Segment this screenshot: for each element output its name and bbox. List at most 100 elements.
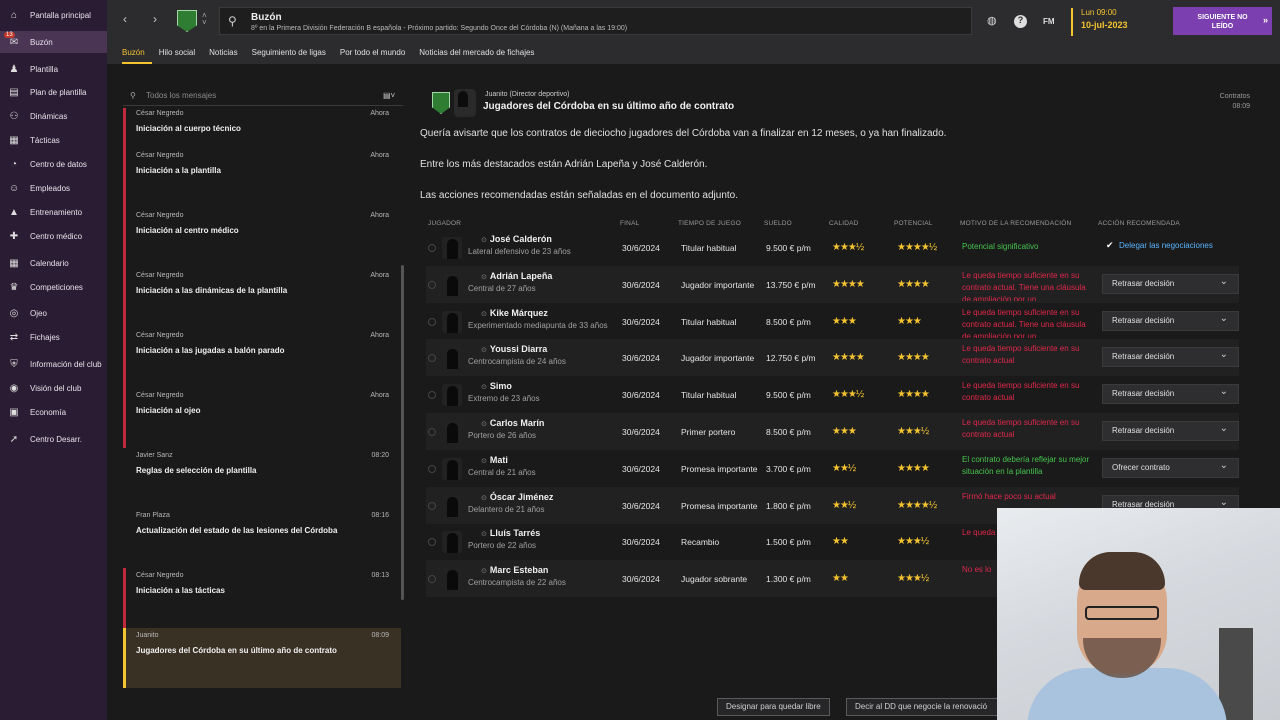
sidebar-item-4[interactable]: ⚇ Dinámicas bbox=[0, 105, 107, 127]
player-name[interactable]: Lluís Tarrés bbox=[481, 528, 540, 538]
table-row[interactable]: Simo Extremo de 23 años 30/6/2024 Titular h… bbox=[426, 376, 1239, 413]
table-row[interactable]: Carlos Marín Portero de 26 años 30/6/2024 P… bbox=[426, 413, 1239, 450]
player-name[interactable]: Carlos Marín bbox=[481, 418, 545, 428]
webcam-person-hair bbox=[1079, 552, 1165, 590]
page-search-bar[interactable]: ⚲ Buzón 8º en la Primera División Federa… bbox=[219, 7, 972, 35]
forward-arrow-icon[interactable]: › bbox=[147, 12, 163, 28]
tab-4[interactable]: Por todo el mundo bbox=[340, 44, 412, 64]
sidebar-item-2[interactable]: ♟ Plantilla bbox=[0, 58, 107, 80]
col-header-potential[interactable]: POTENCIAL bbox=[894, 220, 933, 227]
sidebar-item-10[interactable]: ▦ Calendario bbox=[0, 252, 107, 274]
inbox-message[interactable]: César Negredo Ahora Iniciación a la planti… bbox=[123, 148, 401, 208]
player-name[interactable]: Youssi Diarra bbox=[481, 344, 547, 354]
col-header-action[interactable]: ACCIÓN RECOMENDADA bbox=[1098, 220, 1180, 227]
wage: 1.500 € p/m bbox=[766, 537, 811, 548]
sidebar-item-9[interactable]: ✚ Centro médico bbox=[0, 225, 107, 247]
row-select-radio[interactable] bbox=[428, 317, 436, 326]
delegate-negotiations-link[interactable]: ✔ Delegar las negociaciones bbox=[1102, 237, 1239, 257]
sidebar-item-16[interactable]: ▣ Economía bbox=[0, 401, 107, 423]
inbox-message[interactable]: César Negredo 08:13 Iniciación a las tácti… bbox=[123, 568, 401, 628]
sidebar-item-0[interactable]: ⌂ Pantalla principal bbox=[0, 4, 107, 26]
tab-3[interactable]: Seguimiento de ligas bbox=[252, 44, 333, 64]
row-select-radio[interactable] bbox=[428, 501, 436, 510]
row-select-radio[interactable] bbox=[428, 354, 436, 363]
sidebar-item-5[interactable]: ▦ Tácticas bbox=[0, 129, 107, 151]
sidebar-item-1[interactable]: ✉ 13 Buzón bbox=[0, 31, 107, 53]
recommended-action-dropdown[interactable]: Retrasar decisión bbox=[1102, 384, 1239, 405]
tab-2[interactable]: Noticias bbox=[209, 44, 244, 64]
row-select-radio[interactable] bbox=[428, 280, 436, 289]
recommended-action-dropdown[interactable]: Retrasar decisión bbox=[1102, 347, 1239, 368]
delegate-renewal-button[interactable]: Decir al DD que negocie la renovació bbox=[846, 698, 998, 716]
row-select-radio[interactable] bbox=[428, 428, 436, 436]
row-select-radio[interactable] bbox=[428, 538, 436, 547]
player-name[interactable]: José Calderón bbox=[481, 234, 552, 244]
back-arrow-icon[interactable]: ‹ bbox=[117, 12, 133, 28]
tab-0[interactable]: Buzón bbox=[122, 44, 152, 64]
col-header-wage[interactable]: SUELDO bbox=[764, 220, 792, 227]
sidebar-item-8[interactable]: ▲ Entrenamiento bbox=[0, 201, 107, 223]
recommended-action-dropdown[interactable]: Ofrecer contrato bbox=[1102, 457, 1239, 478]
recommended-action-dropdown[interactable]: Retrasar decisión bbox=[1102, 273, 1239, 294]
recommendation-reason: Le queda tiempo suficiente en su contrat… bbox=[962, 381, 1080, 403]
release-button[interactable]: Designar para quedar libre bbox=[717, 698, 830, 716]
chevron-updown-icon[interactable]: ˄ ˅ bbox=[202, 12, 207, 27]
filter-dropdown-icon[interactable]: ▤˅ bbox=[383, 91, 395, 100]
player-name[interactable]: Simo bbox=[481, 381, 512, 391]
player-name[interactable]: Adrián Lapeña bbox=[481, 271, 553, 281]
inbox-message[interactable]: César Negredo Ahora Iniciación al centro m… bbox=[123, 208, 401, 268]
col-header-ability[interactable]: CALIDAD bbox=[829, 220, 859, 227]
sidebar-item-17[interactable]: ➚ Centro Desarr. bbox=[0, 428, 107, 450]
world-icon[interactable]: ◍ bbox=[987, 14, 997, 27]
tab-1[interactable]: Hilo social bbox=[159, 44, 202, 64]
sidebar-item-14[interactable]: ⛨ Información del club bbox=[0, 353, 107, 375]
inbox-message[interactable]: Juanito 08:09 Jugadores del Córdoba en su … bbox=[123, 628, 401, 688]
message-paragraph-2: Entre los más destacados están Adrián La… bbox=[420, 159, 708, 170]
inbox-search-input[interactable]: Todos los mensajes bbox=[146, 91, 216, 100]
recommended-action-dropdown[interactable]: Retrasar decisión bbox=[1102, 421, 1239, 441]
table-row[interactable]: Mati Central de 21 años 30/6/2024 Promesa i… bbox=[426, 450, 1239, 487]
col-header-end[interactable]: FINAL bbox=[620, 220, 639, 227]
message-sender[interactable]: Juanito (Director deportivo) bbox=[485, 91, 569, 98]
next-unread-button[interactable]: SIGUIENTE NO LEÍDO » bbox=[1173, 7, 1272, 35]
fm-logo[interactable]: FM bbox=[1043, 17, 1055, 26]
player-name[interactable]: Kike Márquez bbox=[481, 308, 548, 318]
sidebar-item-12[interactable]: ◎ Ojeo bbox=[0, 302, 107, 324]
row-select-radio[interactable] bbox=[428, 244, 436, 252]
sidebar-item-label: Centro médico bbox=[30, 231, 83, 241]
row-select-radio[interactable] bbox=[428, 464, 436, 473]
sidebar-item-15[interactable]: ◉ Visión del club bbox=[0, 377, 107, 399]
inbox-message[interactable]: César Negredo Ahora Iniciación al cuerpo t… bbox=[123, 108, 401, 148]
sidebar-item-3[interactable]: ▤ Plan de plantilla bbox=[0, 81, 107, 103]
inbox-message[interactable]: César Negredo Ahora Iniciación a las dinám… bbox=[123, 268, 401, 328]
club-crest-icon[interactable] bbox=[177, 10, 197, 32]
inbox-message[interactable]: César Negredo Ahora Iniciación al ojeo bbox=[123, 388, 401, 448]
sidebar-item-11[interactable]: ♛ Competiciones bbox=[0, 276, 107, 298]
inbox-scrollbar[interactable] bbox=[401, 265, 404, 600]
potential-stars: ★★★★ bbox=[897, 352, 930, 364]
sidebar-item-6[interactable]: ◔ Centro de datos bbox=[0, 153, 107, 175]
col-header-player[interactable]: JUGADOR bbox=[428, 220, 461, 227]
help-icon[interactable]: ? bbox=[1014, 15, 1027, 28]
date-display[interactable]: Lun 09:00 10-jul-2023 bbox=[1071, 8, 1171, 36]
player-name[interactable]: Marc Esteban bbox=[481, 565, 549, 575]
tab-5[interactable]: Noticias del mercado de fichajes bbox=[419, 44, 541, 64]
inbox-message[interactable]: César Negredo Ahora Iniciación a las jugad… bbox=[123, 328, 401, 388]
table-row[interactable]: Youssi Diarra Centrocampista de 24 años 30… bbox=[426, 339, 1239, 377]
player-name[interactable]: Mati bbox=[481, 455, 508, 465]
recommended-action-dropdown[interactable]: Retrasar decisión bbox=[1102, 310, 1239, 331]
table-row[interactable]: Adrián Lapeña Central de 27 años 30/6/2024… bbox=[426, 265, 1239, 303]
inbox-message[interactable]: Javier Sanz 08:20 Reglas de selección de p… bbox=[123, 448, 401, 508]
message-subject: Iniciación al ojeo bbox=[136, 406, 201, 415]
inbox-message[interactable]: Fran Plaza 08:16 Actualización del estado … bbox=[123, 508, 401, 568]
col-header-time[interactable]: TIEMPO DE JUEGO bbox=[678, 220, 741, 227]
row-select-radio[interactable] bbox=[428, 575, 436, 584]
player-name[interactable]: Óscar Jiménez bbox=[481, 492, 554, 502]
inbox-filter-bar[interactable]: ⚲ Todos los mensajes ▤˅ bbox=[123, 86, 403, 106]
table-row[interactable]: José Calderón Lateral defensivo de 23 año… bbox=[426, 229, 1239, 266]
row-select-radio[interactable] bbox=[428, 391, 436, 400]
sidebar-item-13[interactable]: ⇄ Fichajes bbox=[0, 326, 107, 348]
sidebar-item-7[interactable]: ☺ Empleados bbox=[0, 177, 107, 199]
col-header-reason[interactable]: MOTIVO DE LA RECOMENDACIÓN bbox=[960, 220, 1071, 227]
table-row[interactable]: Kike Márquez Experimentado mediapunta de … bbox=[426, 303, 1239, 340]
